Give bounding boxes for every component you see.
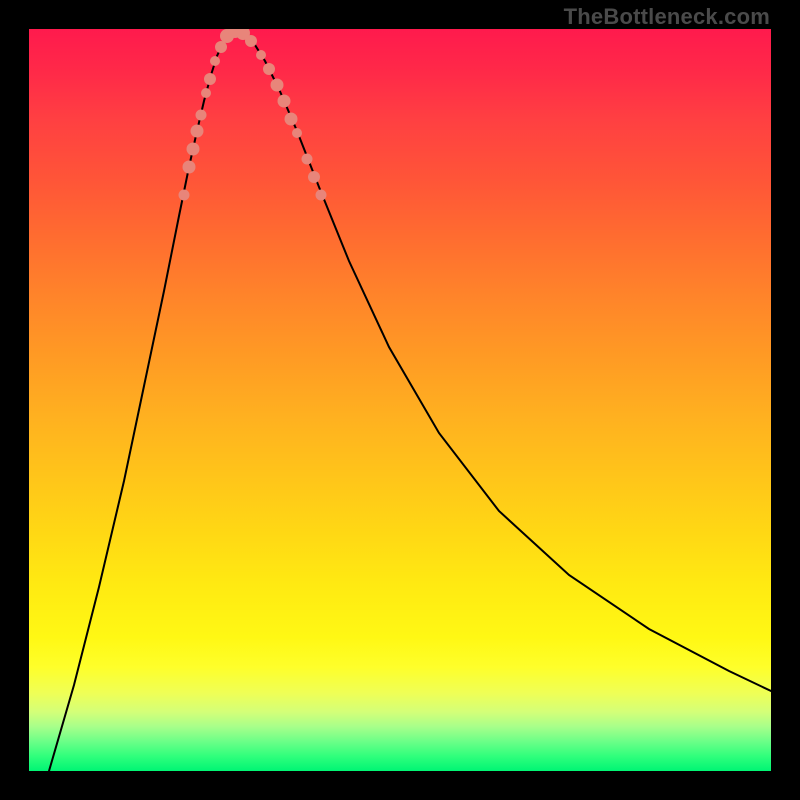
curve-marker (201, 88, 211, 98)
curve-marker (292, 128, 302, 138)
curve-marker (308, 171, 320, 183)
curve-marker (191, 125, 204, 138)
chart-frame: TheBottleneck.com (0, 0, 800, 800)
curve-marker (278, 95, 291, 108)
curve-marker (215, 41, 227, 53)
curve-markers (179, 29, 327, 201)
curve-marker (256, 50, 266, 60)
attribution-text: TheBottleneck.com (564, 4, 770, 30)
curve-marker (179, 190, 190, 201)
curve-marker (302, 154, 313, 165)
curve-marker (285, 113, 298, 126)
curve-marker (187, 143, 200, 156)
plot-area (29, 29, 771, 771)
chart-svg (29, 29, 771, 771)
curve-marker (196, 110, 207, 121)
curve-marker (210, 56, 220, 66)
curve-marker (316, 190, 327, 201)
curve-marker (204, 73, 216, 85)
bottleneck-curve (49, 31, 771, 771)
curve-marker (183, 161, 196, 174)
curve-marker (263, 63, 275, 75)
curve-marker (245, 35, 257, 47)
curve-marker (271, 79, 284, 92)
